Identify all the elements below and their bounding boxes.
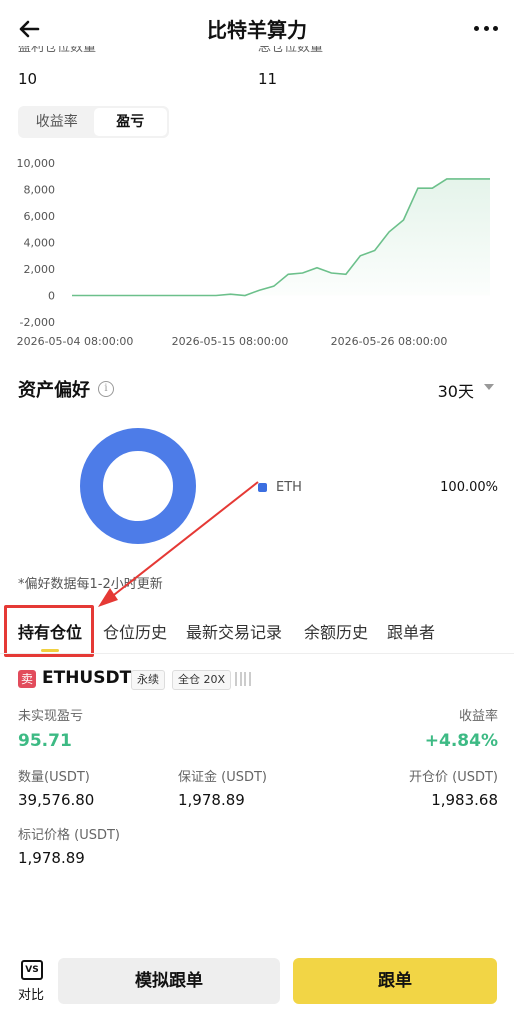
total-count-value: 11 [258, 70, 278, 88]
quantity-value: 39,576.80 [18, 791, 95, 809]
entry-price-value: 1,983.68 [431, 791, 498, 809]
tab-roi[interactable]: 收益率 [20, 108, 94, 136]
tab-balance-history[interactable]: 余额历史 [304, 619, 368, 643]
legend-label-eth: ETH [276, 480, 302, 495]
more-dots-icon[interactable] [474, 16, 498, 40]
leverage-bars-icon [235, 672, 251, 686]
copy-trade-button[interactable]: 跟单 [293, 958, 497, 1004]
pnl-area-fill [72, 178, 490, 296]
tab-pnl[interactable]: 盈亏 [93, 108, 167, 136]
total-count-label: 总仓位数量 [258, 46, 324, 55]
pnl-area-chart: 10,000 8,000 6,000 4,000 2,000 0 -2,000 2026-0… [17, 157, 490, 348]
legend-swatch-eth [258, 483, 267, 492]
divider [0, 653, 514, 654]
x-tick-label: 2026-05-26 08:00:00 [331, 335, 448, 348]
y-tick-label: 0 [48, 290, 55, 303]
margin-mode-pill: 全仓 20X [172, 670, 232, 690]
y-tick-label: 8,000 [24, 184, 56, 197]
info-icon[interactable]: i [98, 381, 114, 397]
y-tick-label: 10,000 [17, 157, 56, 170]
quantity-label: 数量(USDT) [18, 770, 90, 785]
profit-count-label: 盈利仓位数量 [18, 46, 97, 55]
period-select[interactable]: 30天 [438, 378, 474, 402]
mark-price-value: 1,978.89 [18, 849, 85, 867]
asset-donut-chart [80, 428, 196, 544]
side-badge: 卖 [18, 670, 36, 688]
vs-compare-icon[interactable]: VS [21, 960, 43, 980]
y-tick-label: 4,000 [24, 237, 56, 250]
x-tick-label: 2026-05-15 08:00:00 [172, 335, 289, 348]
unrealized-pnl-value: 95.71 [18, 731, 72, 751]
margin-value: 1,978.89 [178, 791, 245, 809]
page-title: 比特羊算力 [207, 18, 307, 42]
legend-value-eth: 100.00% [440, 480, 498, 495]
y-tick-label: 2,000 [24, 263, 56, 276]
position-symbol: ETHUSDT [42, 668, 132, 688]
unrealized-pnl-label: 未实现盈亏 [18, 709, 84, 724]
mark-price-label: 标记价格 (USDT) [18, 828, 120, 843]
profit-count-value: 10 [18, 70, 38, 88]
x-tick-label: 2026-05-04 08:00:00 [17, 335, 134, 348]
simulate-copy-button[interactable]: 模拟跟单 [58, 958, 280, 1004]
y-tick-label: -2,000 [20, 316, 55, 329]
compare-label[interactable]: 对比 [18, 984, 44, 1003]
chevron-down-icon[interactable] [484, 384, 494, 390]
roi-value: +4.84% [424, 731, 498, 751]
margin-label: 保证金 (USDT) [178, 770, 267, 785]
tab-position-history[interactable]: 仓位历史 [103, 619, 167, 643]
pref-update-note: *偏好数据每1-2小时更新 [18, 577, 163, 592]
roi-label: 收益率 [458, 709, 498, 724]
y-tick-label: 6,000 [24, 210, 56, 223]
annotation-highlight-box [4, 605, 94, 657]
asset-pref-title: 资产偏好 [18, 380, 90, 401]
position-tabs: 持有仓位 仓位历史 最新交易记录 余额历史 跟单者 [0, 605, 514, 657]
tab-latest-trades[interactable]: 最新交易记录 [186, 619, 282, 643]
entry-price-label: 开仓价 (USDT) [409, 770, 498, 785]
bottom-action-bar: VS 对比 模拟跟单 跟单 [0, 940, 514, 1030]
tab-copy-followers[interactable]: 跟单者 [387, 619, 435, 643]
contract-type-pill: 永续 [131, 670, 165, 690]
chart-mode-toggle: 收益率 盈亏 [18, 106, 169, 138]
